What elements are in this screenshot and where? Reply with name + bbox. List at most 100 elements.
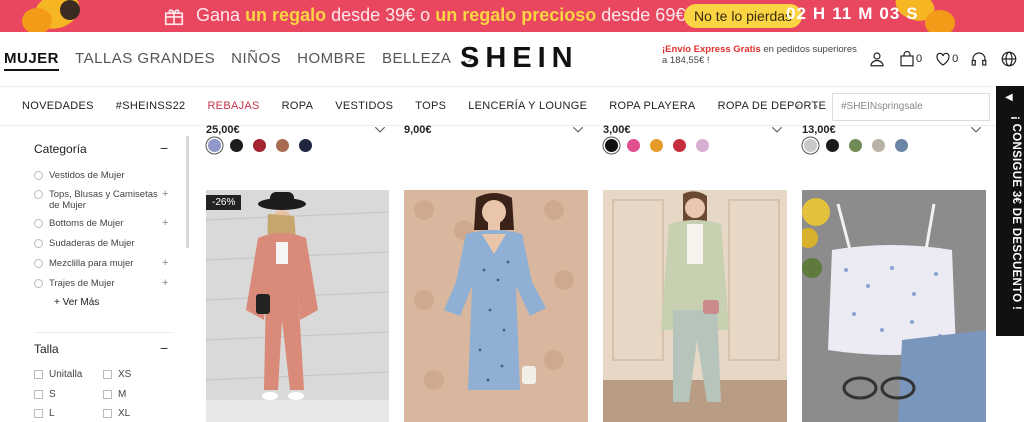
category-filter-option[interactable]: Sudaderas de Mujer — [34, 238, 164, 249]
flower-decoration — [925, 10, 955, 32]
countdown-s-label: S — [906, 4, 919, 23]
color-swatch[interactable] — [276, 139, 289, 152]
radio-button[interactable] — [34, 239, 43, 248]
product-image[interactable] — [404, 190, 588, 422]
color-swatch[interactable] — [895, 139, 908, 152]
subnav-scroll-arrows: ‹ › — [796, 99, 832, 113]
nav-belleza[interactable]: BELLEZA — [382, 50, 451, 71]
category-filter-option[interactable]: Mezclilla para mujer + — [34, 258, 168, 269]
subnav-ropa-playera[interactable]: ROPA PLAYERA — [609, 100, 695, 112]
countdown-h-label: H — [812, 4, 827, 23]
radio-button[interactable] — [34, 219, 43, 228]
product-price: 3,00€ — [603, 124, 631, 136]
subnav-tops[interactable]: TOPS — [415, 100, 446, 112]
color-swatch[interactable] — [804, 139, 817, 152]
filter-category-title[interactable]: Categoría — [34, 142, 87, 156]
nav-tallas-grandes[interactable]: TALLAS GRANDES — [75, 50, 215, 71]
filter-size-title[interactable]: Talla — [34, 342, 59, 356]
promo-banner[interactable]: Gana un regalo desde 39€ o un regalo pre… — [0, 0, 1024, 32]
color-swatch[interactable] — [826, 139, 839, 152]
checkbox[interactable] — [103, 370, 112, 379]
size-label: XL — [118, 408, 131, 419]
checkbox[interactable] — [34, 409, 43, 418]
collapse-icon[interactable]: − — [160, 340, 168, 356]
checkbox[interactable] — [103, 390, 112, 399]
search-input[interactable]: #SHEINspringsale — [832, 93, 990, 121]
heart-icon[interactable] — [770, 122, 784, 136]
checkbox[interactable] — [34, 390, 43, 399]
subnav-vestidos[interactable]: VESTIDOS — [335, 100, 393, 112]
color-swatch[interactable] — [208, 139, 221, 152]
expand-icon[interactable]: + — [162, 258, 168, 269]
product-card[interactable] — [603, 190, 787, 422]
heart-icon[interactable] — [571, 122, 585, 136]
expand-icon[interactable]: + — [162, 218, 168, 229]
collapse-icon[interactable]: − — [160, 140, 168, 156]
radio-button[interactable] — [34, 190, 43, 199]
ver-mas-link[interactable]: + Ver Más — [54, 297, 99, 308]
size-filter-option[interactable]: XL — [103, 408, 130, 419]
category-filter-option[interactable]: Tops, Blusas y Camisetas de Mujer + — [34, 189, 168, 211]
promo-cta-pill[interactable]: No te lo pierdas — [684, 4, 803, 28]
subnav-lenceria[interactable]: LENCERÍA Y LOUNGE — [468, 100, 587, 112]
headset-icon — [971, 52, 987, 66]
color-swatch[interactable] — [650, 139, 663, 152]
cart-button[interactable]: 0 — [898, 50, 922, 68]
heart-icon — [936, 52, 950, 66]
product-image[interactable] — [802, 190, 986, 422]
size-filter-option[interactable]: M — [103, 389, 126, 400]
product-card[interactable] — [404, 190, 588, 422]
product-card[interactable] — [802, 190, 986, 422]
nav-hombre[interactable]: HOMBRE — [297, 50, 366, 71]
color-swatch[interactable] — [849, 139, 862, 152]
language-button[interactable] — [1000, 50, 1018, 68]
subnav-novedades[interactable]: NOVEDADES — [22, 100, 94, 112]
express-shipping-title: ¡Envío Express Gratis — [662, 44, 761, 55]
divider — [34, 332, 174, 333]
checkbox[interactable] — [34, 370, 43, 379]
discount-side-tab[interactable]: ◀ ¡ CONSIGUE 3€ DE DESCUENTO ! — [996, 86, 1024, 336]
cart-count: 0 — [916, 53, 923, 65]
product-image[interactable] — [603, 190, 787, 422]
heart-icon[interactable] — [969, 122, 983, 136]
support-button[interactable] — [970, 50, 988, 68]
color-swatch[interactable] — [872, 139, 885, 152]
subnav-sheinss22[interactable]: #SHEINSS22 — [116, 100, 186, 112]
chevron-right-icon[interactable]: › — [814, 99, 818, 113]
size-filter-option[interactable]: L — [34, 408, 55, 419]
category-filter-option[interactable]: Bottoms de Mujer + — [34, 218, 168, 229]
size-filter-option[interactable]: Unitalla — [34, 369, 82, 380]
size-filter-option[interactable]: S — [34, 389, 56, 400]
heart-icon[interactable] — [373, 122, 387, 136]
expand-icon[interactable]: + — [162, 189, 168, 200]
radio-button[interactable] — [34, 259, 43, 268]
category-filter-option[interactable]: Trajes de Mujer + — [34, 278, 168, 289]
color-swatch[interactable] — [605, 139, 618, 152]
color-swatch[interactable] — [253, 139, 266, 152]
size-filter-option[interactable]: XS — [103, 369, 131, 380]
sidebar-scrollbar[interactable] — [186, 136, 189, 248]
category-filter-option[interactable]: Vestidos de Mujer — [34, 170, 164, 181]
nav-ninos[interactable]: NIÑOS — [231, 50, 281, 71]
nav-mujer[interactable]: MUJER — [4, 50, 60, 71]
color-swatch[interactable] — [627, 139, 640, 152]
radio-button[interactable] — [34, 279, 43, 288]
shein-logo[interactable]: SHEIN — [460, 42, 579, 75]
countdown-seconds: 03 — [879, 4, 901, 23]
color-swatch[interactable] — [673, 139, 686, 152]
caret-left-icon[interactable]: ◀ — [1005, 92, 1013, 103]
category-filter-label: Tops, Blusas y Camisetas de Mujer — [49, 189, 158, 211]
color-swatch[interactable] — [696, 139, 709, 152]
chevron-left-icon[interactable]: ‹ — [796, 99, 800, 113]
expand-icon[interactable]: + — [162, 278, 168, 289]
color-swatch[interactable] — [299, 139, 312, 152]
account-button[interactable] — [868, 50, 886, 68]
wishlist-button[interactable]: 0 — [934, 50, 958, 68]
radio-button[interactable] — [34, 171, 43, 180]
product-card[interactable]: -26% — [206, 190, 389, 422]
subnav-rebajas[interactable]: REBAJAS — [207, 100, 259, 112]
product-image[interactable] — [206, 190, 389, 422]
color-swatch[interactable] — [230, 139, 243, 152]
checkbox[interactable] — [103, 409, 112, 418]
subnav-ropa[interactable]: ROPA — [282, 100, 314, 112]
